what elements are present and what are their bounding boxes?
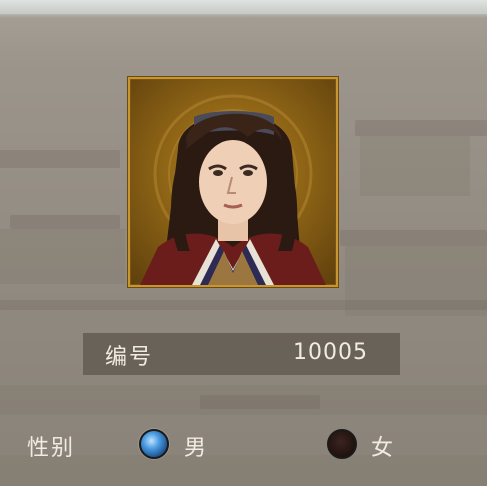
id-label: 编号 [105,345,154,370]
gender-male-radio[interactable] [139,429,169,459]
gender-female-radio[interactable] [327,429,357,459]
gender-female-label[interactable]: 女 [371,430,393,462]
id-value: 10005 [293,340,368,365]
gender-male-label[interactable]: 男 [184,430,206,462]
character-id-row: 编号 10005 [83,333,400,375]
character-portrait-icon [140,94,326,285]
character-portrait [128,77,338,287]
character-creation-screen: 编号 10005 性别 男 女 [0,0,487,486]
gender-label: 性别 [27,436,76,461]
top-bar [0,0,487,14]
